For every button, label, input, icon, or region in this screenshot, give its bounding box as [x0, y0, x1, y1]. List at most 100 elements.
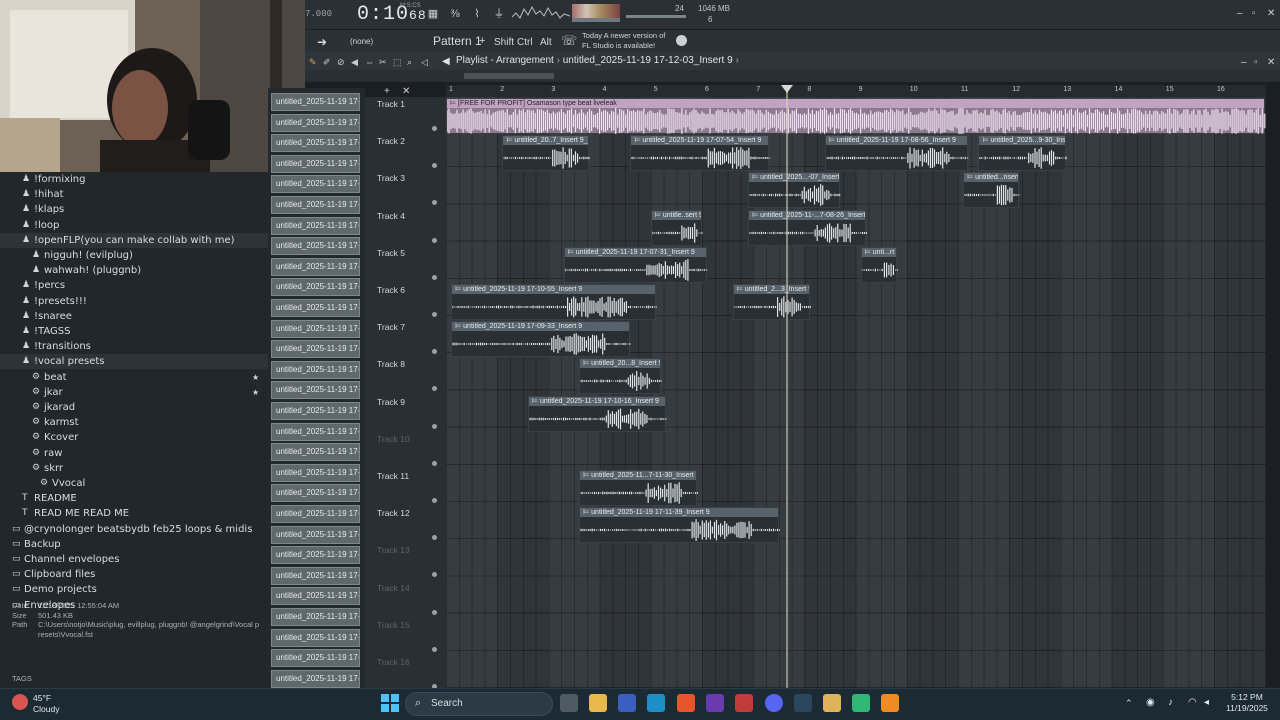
close-icon[interactable]: ✕ — [1267, 8, 1275, 19]
browser-item[interactable]: ⚙ karmst — [0, 415, 268, 430]
picker-item[interactable]: untitled_2025-11-19 17-... — [271, 587, 360, 606]
audio-clip[interactable]: ⊨ untitled_2025-11-19 17-10-16_Insert 9 — [527, 395, 668, 432]
audio-clip[interactable]: ⊨ untitled_2025-11...7-11-30_Insert 9 — [579, 470, 698, 506]
picker-item[interactable]: untitled_2025-11-19 17-... — [271, 443, 360, 462]
browser-item[interactable]: T READ ME READ ME — [0, 506, 268, 521]
picker-item[interactable]: untitled_2025-11-19 17-... — [271, 237, 360, 256]
picker-item[interactable]: untitled_2025-11-19 17-... — [271, 463, 360, 482]
pattern-selector[interactable]: Pattern 1 — [433, 34, 482, 48]
app-lamp-icon[interactable] — [823, 694, 841, 712]
picker-item[interactable]: untitled_2025-11-19 17-... — [271, 299, 360, 317]
app-next-icon[interactable] — [706, 694, 724, 712]
audio-clip[interactable]: ⊨ untitled_2025-11-19 17-09-33_Insert 9 — [451, 321, 632, 358]
picker-item[interactable]: untitled_2025-11-19 17-... — [271, 628, 360, 647]
clock[interactable]: 5:12 PM 11/19/2025 — [1226, 692, 1268, 714]
track-name[interactable]: Track 10 — [377, 434, 410, 444]
playhead[interactable] — [786, 85, 789, 688]
audio-clip[interactable]: ⊨ untitled_20..7_Insert 9_2 — [502, 135, 591, 172]
browser-item[interactable]: ♟ !vocal presets — [0, 354, 268, 370]
track-led[interactable] — [432, 274, 437, 280]
shift-key[interactable]: Shift — [494, 37, 514, 48]
track-name[interactable]: Track 16 — [377, 657, 410, 667]
app-meter-icon[interactable] — [735, 694, 753, 712]
horizontal-scrollbar-thumb[interactable] — [464, 73, 554, 79]
zoom-tool-icon[interactable]: ⌕ — [407, 57, 412, 68]
picker-item[interactable]: untitled_2025-11-19 17-... — [271, 546, 360, 565]
track-led[interactable] — [432, 535, 437, 541]
audio-clip[interactable]: ⊨ untitled_2025-11-19 17-07-54_Insert 9 — [630, 135, 770, 172]
picker-item[interactable]: untitled_2025-11-19 17-... — [271, 566, 360, 585]
track-led[interactable] — [432, 163, 437, 169]
audio-clip[interactable]: ⊨ untitled...nsert 9 — [963, 172, 1021, 209]
draw-tool-icon[interactable]: ✎ — [309, 57, 317, 68]
piano-icon[interactable]: ▦ — [425, 7, 441, 21]
picker-item[interactable]: untitled_2025-11-19 17-... — [271, 257, 360, 276]
globe-icon[interactable] — [676, 35, 687, 46]
picker-item[interactable]: untitled_2025-11-19 17-... — [271, 319, 360, 338]
discord-icon[interactable] — [765, 694, 783, 712]
audio-clip[interactable]: ⊨ untitled_2025-11-19 17-10-55_Insert 9 — [451, 284, 657, 320]
star-icon[interactable]: ★ — [252, 370, 259, 385]
browser-item[interactable]: ♟ !formixing — [0, 172, 268, 187]
browser-item[interactable]: ♟ wahwah! (pluggnb) — [0, 263, 268, 278]
browser-item[interactable]: ⚙ skrr — [0, 461, 268, 476]
track-led[interactable] — [432, 312, 437, 317]
audio-clip[interactable]: ⊨ untitled_2025-11-19 17-07-31_Insert 9 — [563, 246, 709, 283]
track-led[interactable] — [432, 460, 437, 466]
track-name[interactable]: Track 9 — [377, 397, 405, 407]
browser-item[interactable]: ♟ !hihat — [0, 187, 268, 202]
picker-item[interactable]: untitled_2025-11-19 17-... — [271, 113, 360, 132]
file-explorer-icon[interactable] — [589, 694, 607, 712]
browser-item[interactable]: ♟ !klaps — [0, 202, 268, 217]
playlist-minimize-icon[interactable]: – — [1241, 57, 1247, 68]
browser-item[interactable]: ▭ Demo projects — [0, 582, 268, 597]
audio-clip[interactable]: ⊨ untitled_2025...9-30_Insert 9 — [978, 135, 1067, 172]
track-led[interactable] — [432, 646, 437, 652]
tempo-display[interactable]: 7.000 — [305, 9, 332, 19]
browser-item[interactable]: T README — [0, 491, 268, 506]
picker-item[interactable]: untitled_2025-11-19 17-... — [271, 278, 360, 297]
browser-item[interactable]: ▭ Envelopes — [0, 598, 268, 613]
arrow-right-icon[interactable]: ➜ — [317, 35, 327, 49]
picker-item[interactable]: untitled_2025-11-19 17-... — [271, 381, 360, 400]
audio-clip[interactable]: ⊨ untitled_2025-11-19 17-11-39_Insert 9 — [579, 507, 780, 544]
weather-icon[interactable] — [12, 694, 28, 710]
track-led[interactable] — [432, 237, 437, 243]
windows-start-icon[interactable] — [381, 694, 399, 712]
browser-item[interactable]: ⚙ jkar ★ — [0, 385, 268, 400]
browser-item[interactable]: ▭ Backup — [0, 537, 268, 552]
audio-clip[interactable]: ⊨ unti...rt 9 — [860, 246, 898, 283]
picker-item[interactable]: untitled_2025-11-19 17-... — [271, 608, 360, 626]
step-icon[interactable]: ⅜ — [447, 7, 463, 21]
picker-item[interactable]: untitled_2025-11-19 17-... — [271, 402, 360, 420]
app-chat-icon[interactable] — [852, 694, 870, 712]
track-led[interactable] — [432, 423, 437, 429]
track-name[interactable]: Track 14 — [377, 583, 410, 593]
playback-tool-icon[interactable]: ◁ — [421, 57, 428, 68]
track-name[interactable]: Track 13 — [377, 545, 410, 555]
picker-item[interactable]: untitled_2025-11-19 17-... — [271, 154, 360, 173]
slip-tool-icon[interactable]: ⇔ — [365, 57, 374, 67]
browser-item[interactable]: ♟ !openFLP(you can make collab with me) — [0, 232, 268, 248]
picker-item[interactable]: untitled_2025-11-19 17-... — [271, 216, 360, 235]
paint-tool-icon[interactable]: ✐ — [323, 57, 331, 68]
playlist-menu-icon[interactable]: ◀ — [442, 56, 450, 67]
browser-item[interactable]: ⚙ Vvocal — [0, 476, 268, 491]
browser-item[interactable]: ▭ Channel envelopes — [0, 552, 268, 567]
mute-tool-icon[interactable]: ◀ — [351, 57, 358, 68]
wifi-icon[interactable]: ◠ — [1188, 697, 1197, 708]
minimize-icon[interactable]: – — [1237, 8, 1243, 19]
maximize-icon[interactable]: ▫ — [1252, 8, 1256, 19]
picker-item[interactable]: untitled_2025-11-19 17-... — [271, 175, 360, 194]
browser-item[interactable]: ⚙ Kcover — [0, 430, 268, 445]
picker-item[interactable]: untitled_2025-11-19 17-... — [271, 669, 360, 688]
delete-tool-icon[interactable]: ⊘ — [337, 57, 345, 68]
app-diamond-icon[interactable] — [618, 694, 636, 712]
audio-clip[interactable]: ⊨ [FREE FOR PROFIT] Osamason type beat l… — [446, 98, 1267, 134]
picker-item[interactable]: untitled_2025-11-19 17-... — [271, 649, 360, 668]
track-led[interactable] — [432, 572, 437, 578]
track-name[interactable]: Track 12 — [377, 508, 410, 518]
browser-item[interactable]: ⚙ jkarad — [0, 400, 268, 415]
track-led[interactable] — [432, 200, 437, 206]
track-led[interactable] — [432, 386, 437, 392]
